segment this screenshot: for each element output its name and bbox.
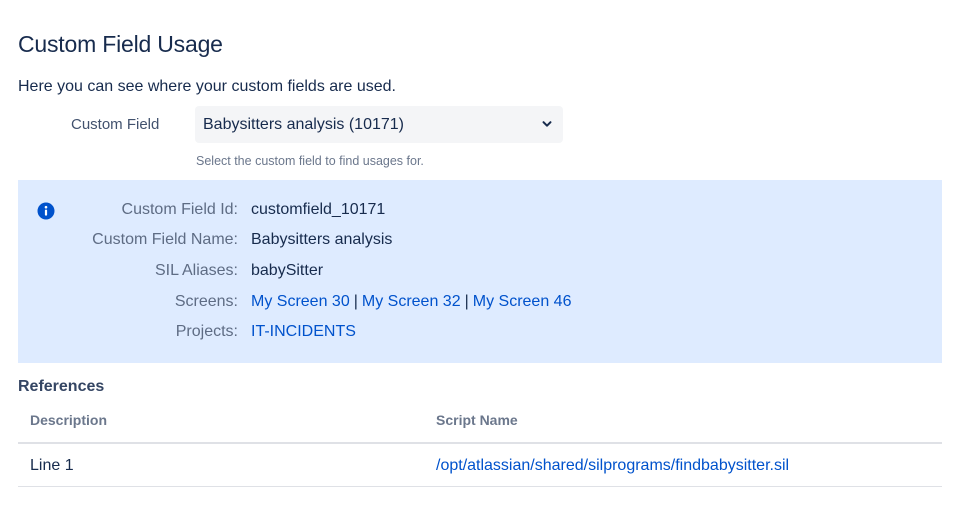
info-row-screens: Screens: My Screen 30 | My Screen 32 | My Sc… [18, 293, 942, 315]
table-header-divider [18, 442, 942, 444]
info-row-field-name: Custom Field Name: Babysitters analysis [18, 231, 942, 253]
page-title: Custom Field Usage [18, 31, 223, 57]
field-info-panel: Custom Field Id: customfield_10171 Custo… [18, 180, 942, 363]
info-row-projects: Projects: IT-INCIDENTS [18, 323, 942, 345]
custom-field-select[interactable]: Babysitters analysis (10171) [195, 106, 563, 143]
screens-separator: | [353, 293, 358, 310]
screens-separator: | [464, 293, 469, 310]
project-link-it-incidents[interactable]: IT-INCIDENTS [251, 323, 356, 340]
projects-label: Projects: [175, 323, 238, 340]
column-header-script-name: Script Name [436, 412, 518, 428]
screen-link-32[interactable]: My Screen 32 [362, 293, 461, 310]
chevron-down-icon [542, 121, 552, 127]
custom-field-label: Custom Field [71, 116, 160, 133]
screen-link-46[interactable]: My Screen 46 [473, 293, 572, 310]
references-title: References [18, 378, 105, 395]
field-name-label: Custom Field Name: [92, 231, 238, 248]
page-intro: Here you can see where your custom field… [18, 78, 396, 95]
custom-field-hint: Select the custom field to find usages f… [196, 154, 424, 168]
custom-field-selected-value: Babysitters analysis (10171) [203, 115, 404, 133]
info-row-sil-aliases: SIL Aliases: babySitter [18, 262, 942, 284]
field-name-value: Babysitters analysis [251, 231, 393, 248]
screens-label: Screens: [174, 293, 238, 310]
sil-aliases-label: SIL Aliases: [154, 262, 238, 279]
field-id-label: Custom Field Id: [121, 201, 238, 218]
field-id-value: customfield_10171 [251, 201, 386, 218]
info-row-field-id: Custom Field Id: customfield_10171 [18, 201, 942, 223]
row-description: Line 1 [30, 457, 74, 474]
screen-link-30[interactable]: My Screen 30 [251, 293, 350, 310]
projects-links: IT-INCIDENTS [251, 323, 356, 341]
sil-aliases-value: babySitter [251, 262, 324, 279]
screens-links: My Screen 30 | My Screen 32 | My Screen 46 [251, 293, 571, 311]
script-link[interactable]: /opt/atlassian/shared/silprograms/findba… [436, 457, 789, 475]
table-row-divider [18, 486, 942, 487]
column-header-description: Description [30, 412, 108, 428]
